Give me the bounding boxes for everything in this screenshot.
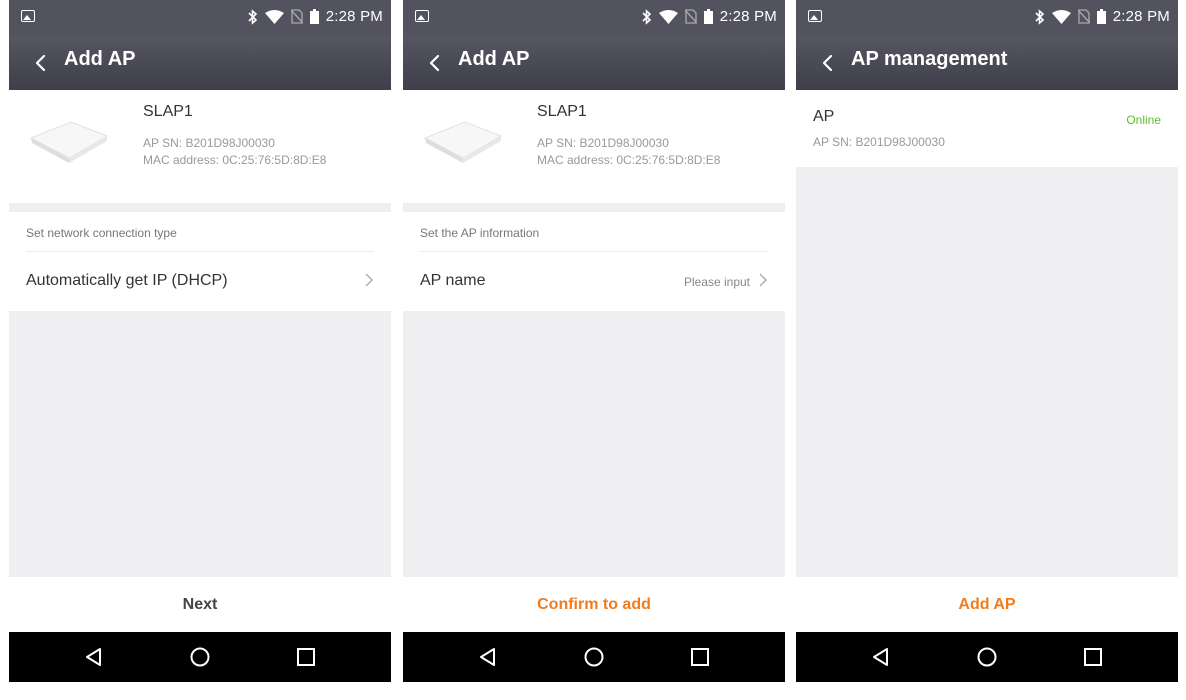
wifi-icon [1051, 9, 1071, 24]
ap-name-placeholder[interactable]: Please input [684, 275, 750, 289]
device-name: SLAP1 [537, 103, 587, 120]
battery-icon [1096, 9, 1106, 24]
screen-ap-management: 2:28 PM AP management AP AP SN: B201D98J… [796, 0, 1178, 688]
status-time: 2:28 PM [719, 8, 777, 25]
top-bar: AP management [796, 36, 1178, 90]
nav-back-icon[interactable] [870, 646, 892, 668]
wifi-icon [264, 9, 284, 24]
back-chevron-icon[interactable] [423, 50, 449, 76]
no-sim-icon [290, 9, 303, 24]
content-area: SLAP1 AP SN: B201D98J00030 MAC address: … [9, 90, 391, 577]
status-time: 2:28 PM [1112, 8, 1170, 25]
status-time: 2:28 PM [325, 8, 383, 25]
content-area: SLAP1 AP SN: B201D98J00030 MAC address: … [403, 90, 785, 577]
page-title: Add AP [64, 48, 136, 70]
back-chevron-icon[interactable] [816, 50, 842, 76]
device-sn: AP SN: B201D98J00030 [537, 136, 669, 150]
settings-section: Set network connection type Automaticall… [9, 212, 391, 311]
nav-back-icon[interactable] [83, 646, 105, 668]
image-icon [21, 10, 35, 22]
navigation-bar [9, 632, 391, 682]
image-icon [415, 10, 429, 22]
navigation-bar [796, 632, 1178, 682]
status-bar: 2:28 PM [403, 0, 785, 36]
nav-home-icon[interactable] [976, 646, 998, 668]
screen-add-ap-info: 2:28 PM Add AP SLAP1 AP SN: B201D98J0003… [403, 0, 785, 688]
device-card: SLAP1 AP SN: B201D98J00030 MAC address: … [9, 90, 391, 203]
page-title: Add AP [458, 48, 530, 70]
content-area: AP AP SN: B201D98J00030 Online [796, 90, 1178, 577]
status-bar: 2:28 PM [796, 0, 1178, 36]
screen-add-ap-connection: 2:28 PM Add AP SLAP1 AP SN: B201D98J0003… [9, 0, 391, 688]
section-label: Set the AP information [420, 226, 540, 240]
bluetooth-icon [248, 8, 257, 25]
wifi-icon [658, 9, 678, 24]
device-name: SLAP1 [143, 103, 193, 120]
no-sim-icon [684, 9, 697, 24]
nav-recents-icon[interactable] [1082, 646, 1104, 668]
add-ap-button[interactable]: Add AP [796, 577, 1178, 632]
image-icon [808, 10, 822, 22]
nav-home-icon[interactable] [583, 646, 605, 668]
chevron-right-icon [759, 273, 767, 287]
battery-icon [703, 9, 713, 24]
nav-back-icon[interactable] [477, 646, 499, 668]
settings-section: Set the AP information AP name Please in… [403, 212, 785, 311]
ap-device-image [29, 121, 109, 163]
chevron-right-icon [365, 273, 373, 287]
status-bar: 2:28 PM [9, 0, 391, 36]
device-mac: MAC address: 0C:25:76:5D:8D:E8 [143, 153, 327, 167]
bluetooth-icon [1035, 8, 1044, 25]
ap-name: AP [813, 108, 835, 125]
ap-device-image [423, 121, 503, 163]
row-label: AP name [420, 272, 486, 289]
next-button[interactable]: Next [9, 577, 391, 632]
device-mac: MAC address: 0C:25:76:5D:8D:E8 [537, 153, 721, 167]
connection-type-row[interactable]: Automatically get IP (DHCP) [9, 252, 391, 311]
nav-recents-icon[interactable] [295, 646, 317, 668]
back-chevron-icon[interactable] [29, 50, 55, 76]
device-card: SLAP1 AP SN: B201D98J00030 MAC address: … [403, 90, 785, 203]
page-title: AP management [851, 48, 1008, 70]
section-label: Set network connection type [26, 226, 177, 240]
nav-recents-icon[interactable] [689, 646, 711, 668]
nav-home-icon[interactable] [189, 646, 211, 668]
ap-sn: AP SN: B201D98J00030 [813, 135, 945, 149]
navigation-bar [403, 632, 785, 682]
battery-icon [309, 9, 319, 24]
row-label: Automatically get IP (DHCP) [26, 272, 228, 289]
bluetooth-icon [642, 8, 651, 25]
device-sn: AP SN: B201D98J00030 [143, 136, 275, 150]
ap-list-item[interactable]: AP AP SN: B201D98J00030 Online [796, 90, 1178, 167]
no-sim-icon [1077, 9, 1090, 24]
status-badge: Online [1126, 113, 1161, 127]
top-bar: Add AP [403, 36, 785, 90]
top-bar: Add AP [9, 36, 391, 90]
confirm-to-add-button[interactable]: Confirm to add [403, 577, 785, 632]
ap-name-row[interactable]: AP name Please input [403, 252, 785, 311]
